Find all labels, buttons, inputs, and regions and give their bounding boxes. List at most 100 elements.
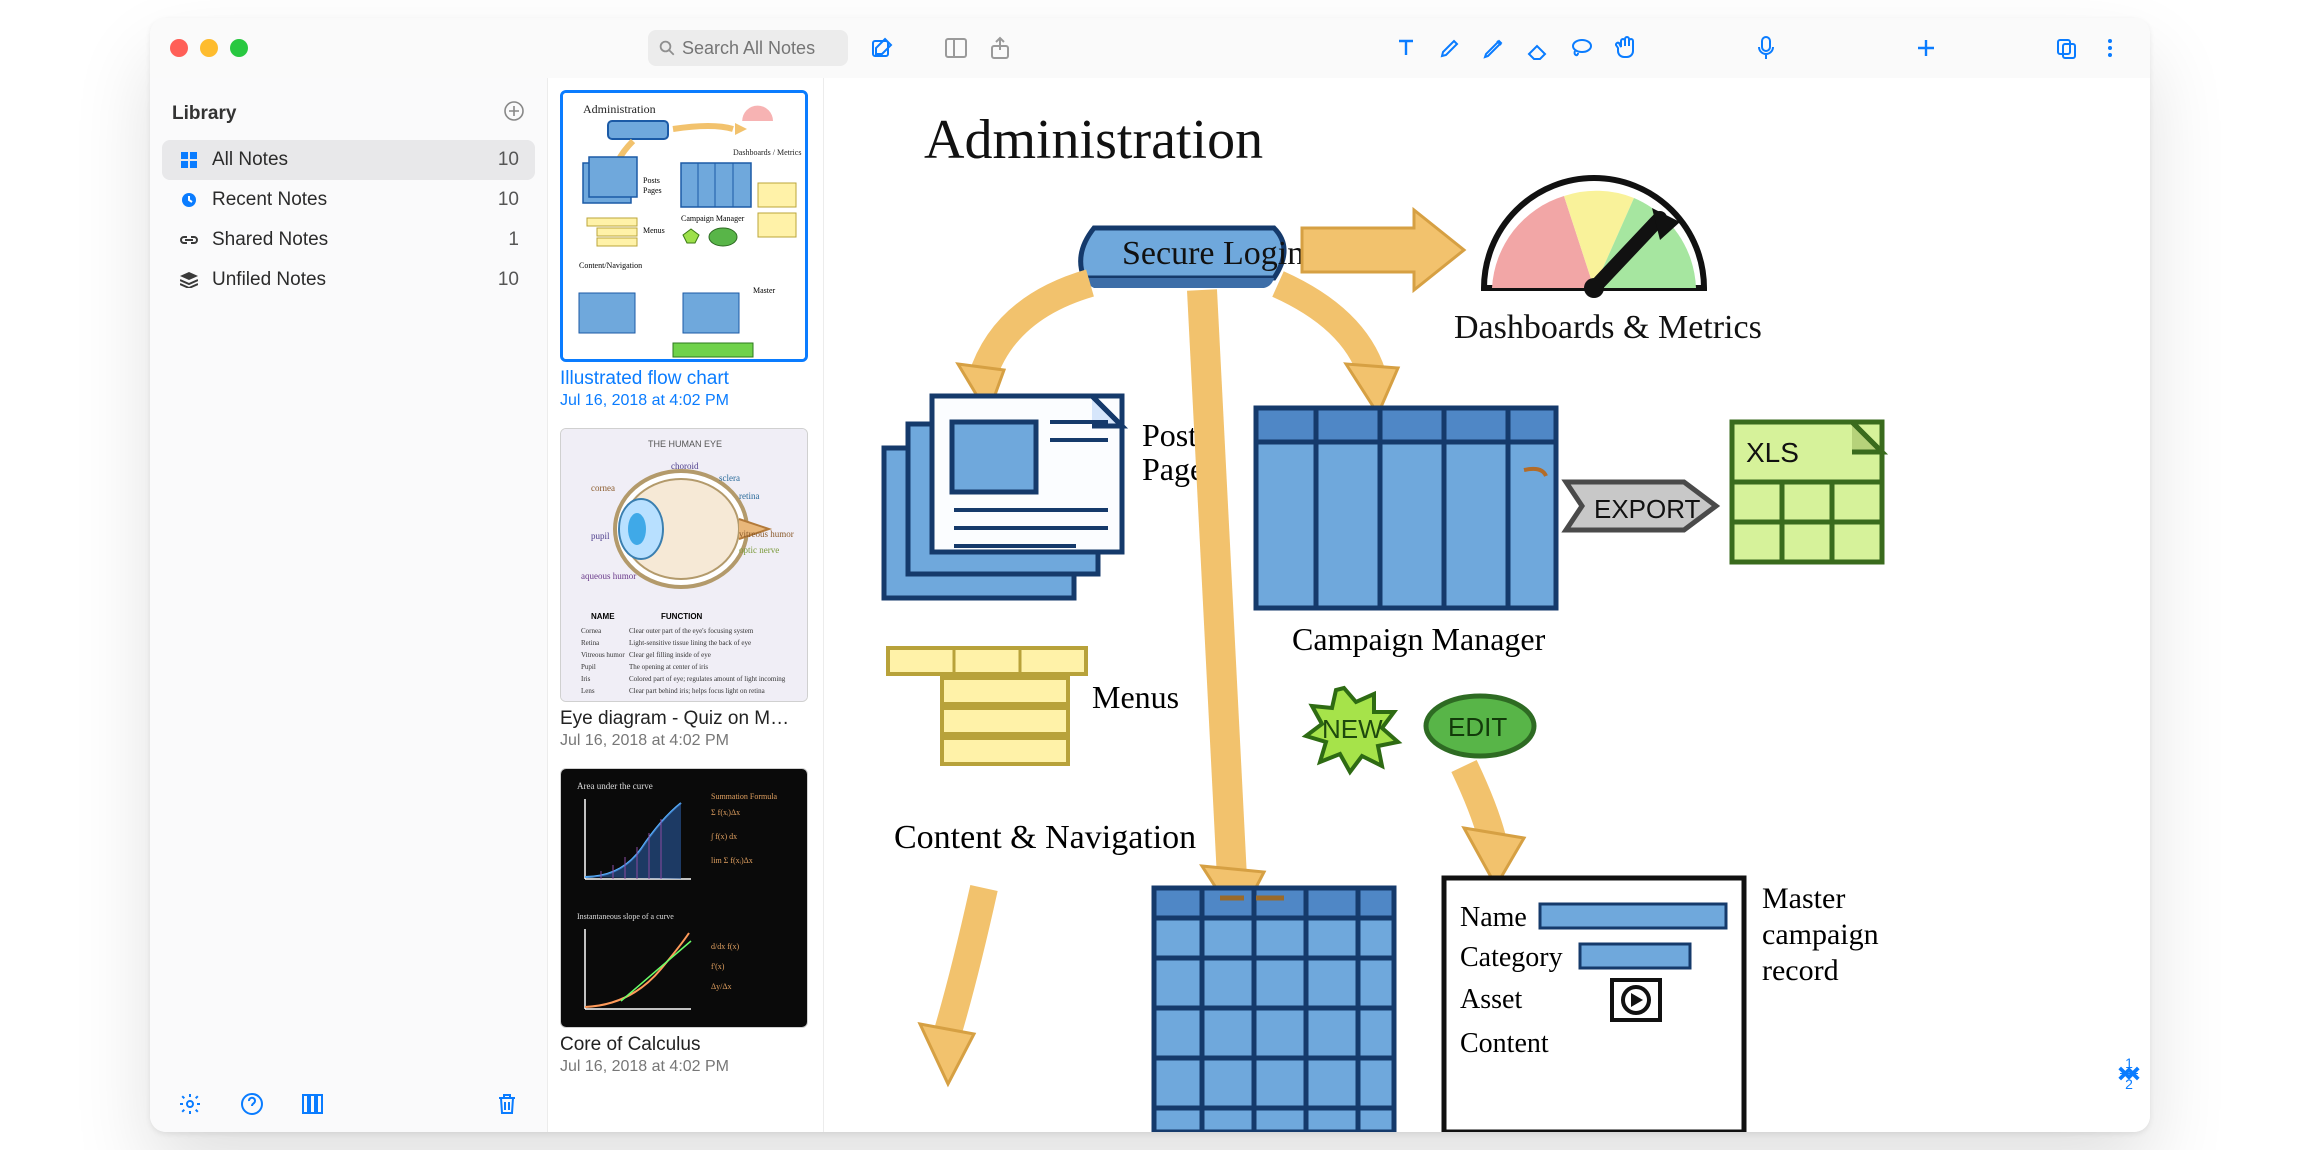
clock-icon	[178, 192, 200, 208]
lasso-tool[interactable]	[1562, 28, 1602, 68]
note-card[interactable]: Area under the curve Sum	[560, 768, 811, 1076]
titlebar	[150, 18, 2150, 78]
svg-text:Dashboards / Metrics: Dashboards / Metrics	[733, 148, 801, 157]
text-tool[interactable]	[1386, 28, 1426, 68]
settings-button[interactable]	[170, 1084, 210, 1124]
trash-button[interactable]	[487, 1084, 527, 1124]
panel-icon	[944, 37, 968, 59]
svg-text:Content: Content	[1460, 1028, 1549, 1059]
tool-palette	[1386, 28, 1646, 68]
sidebar-item-count: 1	[508, 229, 519, 251]
grid-icon	[178, 152, 200, 168]
svg-text:retina: retina	[739, 491, 760, 501]
svg-text:Clear gel filling inside of ey: Clear gel filling inside of eye	[629, 651, 711, 659]
svg-text:Master: Master	[1762, 882, 1845, 915]
stack-icon	[178, 272, 200, 288]
library-sidebar: Library All Notes 10 Recent Notes 10	[150, 78, 548, 1132]
help-button[interactable]	[232, 1084, 272, 1124]
search-icon	[658, 39, 676, 57]
note-thumbnail[interactable]: Area under the curve Sum	[560, 768, 808, 1028]
sidebar-item-unfiled[interactable]: Unfiled Notes 10	[162, 260, 535, 300]
search-field[interactable]	[648, 30, 848, 66]
sidebar-toggle-button[interactable]	[936, 28, 976, 68]
svg-text:Content/Navigation: Content/Navigation	[579, 261, 642, 270]
note-date: Jul 16, 2018 at 4:02 PM	[560, 392, 811, 410]
note-date: Jul 16, 2018 at 4:02 PM	[560, 1058, 811, 1076]
svg-text:FUNCTION: FUNCTION	[661, 612, 703, 621]
fullscreen-window-button[interactable]	[230, 39, 248, 57]
search-input[interactable]	[682, 38, 838, 59]
svg-text:Clear part behind iris; helps: Clear part behind iris; helps focus ligh…	[629, 687, 766, 695]
note-title: Illustrated flow chart	[560, 368, 811, 390]
svg-text:Vitreous humor: Vitreous humor	[581, 651, 625, 659]
text-icon	[1394, 36, 1418, 60]
svg-text:Iris: Iris	[581, 675, 591, 683]
microphone-button[interactable]	[1746, 28, 1786, 68]
sidebar-footer	[150, 1076, 547, 1132]
pencil-icon	[1482, 36, 1506, 60]
svg-text:Area under the curve: Area under the curve	[577, 781, 653, 791]
svg-text:campaign: campaign	[1762, 918, 1879, 951]
svg-text:The opening at center of iris: The opening at center of iris	[629, 663, 708, 671]
sidebar-item-shared[interactable]: Shared Notes 1	[162, 220, 535, 260]
svg-text:Light-sensitive tissue lining: Light-sensitive tissue lining the back o…	[629, 639, 751, 647]
chevron-down-icon[interactable]	[2116, 1055, 2142, 1092]
svg-text:vitreous humor: vitreous humor	[739, 529, 794, 539]
hand-tool[interactable]	[1606, 28, 1646, 68]
hand-icon	[1614, 35, 1638, 61]
compose-button[interactable]	[862, 28, 902, 68]
svg-text:Category: Category	[1460, 942, 1563, 973]
page-indicator[interactable]: 1 2	[2116, 1055, 2142, 1092]
note-card[interactable]: Administration Dashboards / Metrics	[560, 90, 811, 410]
copy-icon	[2054, 36, 2078, 60]
plus-icon	[1914, 36, 1938, 60]
note-card[interactable]: THE HUMAN EYE choroid sclera retina vitr…	[560, 428, 811, 750]
pen-icon	[1438, 36, 1462, 60]
svg-text:Secure Login: Secure Login	[1122, 235, 1304, 272]
share-button[interactable]	[980, 28, 1020, 68]
add-folder-button[interactable]	[503, 100, 525, 128]
sidebar-item-label: All Notes	[212, 149, 288, 171]
svg-text:EXPORT: EXPORT	[1594, 494, 1701, 524]
svg-text:Lens: Lens	[581, 687, 595, 695]
sidebar-item-count: 10	[498, 189, 519, 211]
more-vertical-icon	[2106, 36, 2114, 60]
note-list[interactable]: Administration Dashboards / Metrics	[548, 78, 824, 1132]
svg-text:aqueous humor: aqueous humor	[581, 571, 636, 581]
note-canvas[interactable]: Administration Secure Login	[824, 78, 2150, 1132]
minimize-window-button[interactable]	[200, 39, 218, 57]
sidebar-title: Library	[172, 103, 236, 125]
svg-text:record: record	[1762, 954, 1839, 987]
eraser-tool[interactable]	[1518, 28, 1558, 68]
svg-text:optic nerve: optic nerve	[739, 545, 779, 555]
svg-text:Retina: Retina	[581, 639, 600, 647]
svg-text:Asset: Asset	[1460, 984, 1522, 1015]
note-title: Eye diagram - Quiz on M…	[560, 708, 811, 730]
pencil-tool[interactable]	[1474, 28, 1514, 68]
trash-icon	[496, 1092, 518, 1116]
svg-text:Master: Master	[753, 286, 776, 295]
svg-text:Summation Formula: Summation Formula	[711, 792, 777, 801]
add-button[interactable]	[1906, 28, 1946, 68]
more-button[interactable]	[2090, 28, 2130, 68]
svg-text:pupil: pupil	[591, 531, 610, 541]
lasso-icon	[1569, 36, 1595, 60]
compose-icon	[870, 36, 894, 60]
svg-text:Δy/Δx: Δy/Δx	[711, 982, 732, 991]
question-icon	[240, 1092, 264, 1116]
close-window-button[interactable]	[170, 39, 188, 57]
svg-text:XLS: XLS	[1746, 437, 1799, 468]
library-view-button[interactable]	[294, 1084, 334, 1124]
sidebar-item-recent[interactable]: Recent Notes 10	[162, 180, 535, 220]
pen-tool[interactable]	[1430, 28, 1470, 68]
note-thumbnail[interactable]: THE HUMAN EYE choroid sclera retina vitr…	[560, 428, 808, 702]
svg-text:f'(x): f'(x)	[711, 962, 725, 971]
sidebar-item-all-notes[interactable]: All Notes 10	[162, 140, 535, 180]
note-thumbnail[interactable]: Administration Dashboards / Metrics	[560, 90, 808, 362]
svg-text:Cornea: Cornea	[581, 627, 602, 635]
svg-text:Campaign Manager: Campaign Manager	[1292, 621, 1546, 657]
svg-text:THE HUMAN EYE: THE HUMAN EYE	[648, 439, 722, 449]
svg-text:Menus: Menus	[643, 226, 665, 235]
duplicate-button[interactable]	[2046, 28, 2086, 68]
svg-text:Menus: Menus	[1092, 679, 1179, 715]
